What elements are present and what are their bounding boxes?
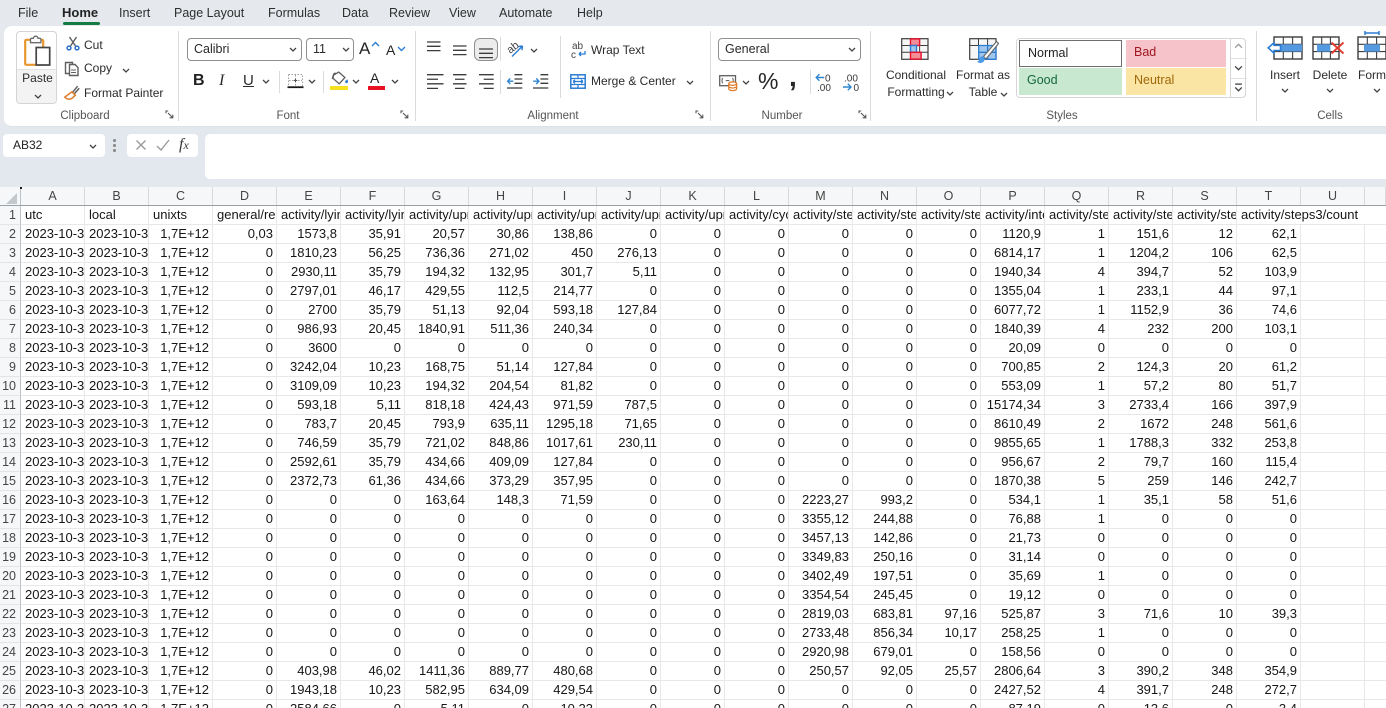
svg-text:c: c bbox=[571, 50, 576, 59]
svg-text:.00: .00 bbox=[817, 83, 831, 92]
svg-text:0: 0 bbox=[854, 83, 860, 92]
